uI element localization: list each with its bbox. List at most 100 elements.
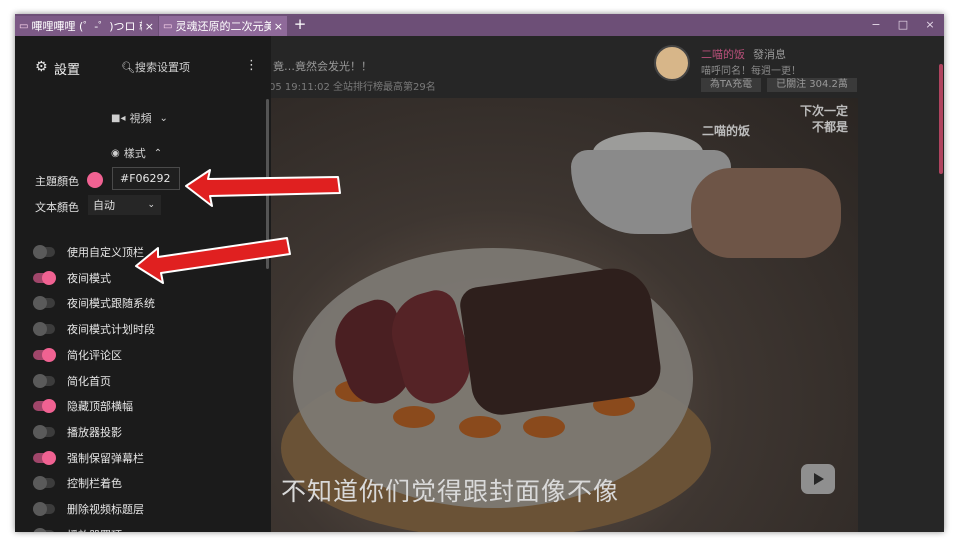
send-message-link[interactable]: 發消息: [753, 46, 786, 62]
chevron-down-icon: ⌄: [147, 200, 155, 210]
toggle-switch[interactable]: [33, 527, 55, 532]
toggle-label: 控制栏着色: [67, 477, 122, 491]
video-player[interactable]: 下次一定 二喵的饭 不都是 不知道你们觉得跟封面像不像: [271, 98, 858, 532]
chevron-up-icon: ⌃: [153, 147, 163, 159]
chevron-down-icon: ⌄: [159, 112, 168, 124]
toggle-switch[interactable]: [33, 476, 55, 491]
uploader-description: 喵呼同名！每週一更！: [701, 66, 801, 77]
toggle-switch[interactable]: [33, 373, 55, 388]
theme-color-swatch[interactable]: [87, 172, 103, 188]
follow-button[interactable]: 已關注 304.2萬: [767, 78, 857, 92]
tab-close-icon[interactable]: ×: [145, 20, 154, 33]
toggle-knob: [33, 322, 47, 337]
toggle-label: 夜间模式: [67, 271, 111, 285]
uploader-name[interactable]: 二喵的饭: [701, 46, 745, 62]
tab-bilibili-home[interactable]: ▭ 嗶哩嗶哩 (゜-゜)つロ 乾 ×: [15, 16, 158, 36]
toggle-label: 隐藏顶部横幅: [67, 400, 133, 414]
watermark-text: 二喵的饭: [701, 124, 750, 138]
toggle-knob: [33, 245, 47, 259]
section-style[interactable]: ◉ 樣式 ⌃: [111, 145, 162, 161]
bilibili-tv-icon: ▭: [19, 20, 29, 32]
bilibili-logo-icon: [801, 464, 835, 494]
video-title[interactable]: 竟…竟然会发光！！: [273, 58, 372, 74]
toggle-label: 删除视频标题层: [67, 503, 144, 516]
toggle-switch[interactable]: [33, 270, 56, 285]
tab-video[interactable]: ▭ 灵魂还原的二次元美 ×: [159, 16, 287, 36]
carrot-slice: [523, 416, 565, 438]
page-scrollbar[interactable]: [939, 64, 943, 174]
toggle-switch[interactable]: [33, 502, 55, 516]
section-video[interactable]: ■◂ 視頻 ⌄: [111, 110, 168, 126]
toggle-row[interactable]: 控制栏着色: [33, 474, 263, 492]
toggle-label: 夜间模式计划时段: [67, 323, 155, 337]
settings-search-input[interactable]: [135, 57, 235, 77]
more-menu-icon[interactable]: ⋮: [245, 58, 258, 73]
toggle-knob: [42, 347, 56, 362]
toggle-row[interactable]: 播放器置顶: [33, 526, 263, 532]
toggle-switch[interactable]: [33, 322, 55, 337]
charge-button[interactable]: 為TA充電: [701, 78, 761, 92]
hand: [691, 168, 841, 258]
theme-color-input[interactable]: [112, 167, 180, 190]
toggle-label: 简化评论区: [67, 348, 122, 362]
tab-title: 灵魂还原的二次元美: [175, 20, 271, 33]
panel-scrollbar[interactable]: [266, 99, 269, 269]
toggle-label: 强制保留弹幕栏: [67, 451, 144, 465]
settings-title: 設置: [54, 63, 81, 78]
search-icon: 🔍︎: [121, 61, 135, 74]
toggle-row[interactable]: 简化首页: [33, 372, 263, 390]
toggle-switch[interactable]: [33, 399, 56, 414]
toggle-switch[interactable]: [33, 245, 55, 259]
uploader-avatar[interactable]: [654, 45, 690, 81]
tab-bar: ▭ 嗶哩嗶哩 (゜-゜)つロ 乾 × ▭ 灵魂还原的二次元美 × + − □ ×: [15, 14, 944, 36]
toggle-switch[interactable]: [33, 450, 56, 465]
settings-panel: ⚙ 設置 🔍︎ ⋮ ■◂ 視頻 ⌄ ◉ 樣式 ⌃ 主題顏色 文本顏色 自动 ⌄ …: [15, 36, 271, 532]
tab-title: 嗶哩嗶哩 (゜-゜)つロ 乾: [31, 20, 142, 33]
new-tab-button[interactable]: +: [291, 15, 309, 35]
settings-header: ⚙ 設置 🔍︎ ⋮: [15, 36, 271, 96]
tab-close-icon[interactable]: ×: [274, 20, 283, 33]
video-subtitle: 不知道你们觉得跟封面像不像: [281, 477, 620, 506]
text-color-label: 文本顏色: [35, 201, 79, 214]
toggle-row[interactable]: 简化评论区: [33, 346, 263, 364]
palette-icon: ◉: [111, 147, 120, 159]
text-color-select[interactable]: 自动 ⌄: [88, 195, 161, 215]
toggle-label: 使用自定义顶栏: [67, 246, 144, 259]
toggle-knob: [42, 450, 56, 465]
section-label: 樣式: [123, 147, 146, 160]
toggle-row[interactable]: 夜间模式计划时段: [33, 320, 263, 338]
video-meta: 05 19:11:02 全站排行榜最高第29名: [269, 82, 436, 93]
toggle-knob: [33, 527, 47, 532]
toggle-knob: [33, 296, 47, 311]
toggle-row[interactable]: 夜间模式跟随系统: [33, 294, 263, 312]
section-label: 視頻: [129, 112, 152, 125]
toggle-label: 夜间模式跟随系统: [67, 297, 155, 311]
video-camera-icon: ■◂: [111, 112, 126, 124]
carrot-slice: [459, 416, 501, 438]
theme-color-label: 主題顏色: [35, 175, 79, 188]
toggle-knob: [33, 502, 47, 516]
toggle-row[interactable]: 使用自定义顶栏: [33, 243, 263, 261]
maximize-button[interactable]: □: [890, 16, 916, 34]
toggle-label: 播放器投影: [67, 425, 122, 439]
text-color-value: 自动: [93, 199, 115, 212]
toggle-knob: [42, 399, 56, 414]
toggle-row[interactable]: 删除视频标题层: [33, 500, 263, 518]
toggle-knob: [42, 270, 56, 285]
toggle-row[interactable]: 夜间模式: [33, 269, 263, 287]
bilibili-tv-icon: ▭: [163, 20, 173, 32]
toggle-switch[interactable]: [33, 424, 55, 439]
watermark-text: 下次一定: [799, 104, 848, 118]
toggle-row[interactable]: 隐藏顶部横幅: [33, 397, 263, 415]
close-window-button[interactable]: ×: [917, 16, 943, 34]
toggle-row[interactable]: 强制保留弹幕栏: [33, 449, 263, 467]
toggle-label: 简化首页: [67, 374, 111, 388]
toggle-switch[interactable]: [33, 296, 55, 311]
toggle-row[interactable]: 播放器投影: [33, 423, 263, 441]
minimize-button[interactable]: −: [863, 16, 889, 34]
toggle-knob: [33, 424, 47, 439]
toggle-knob: [33, 476, 47, 491]
gear-icon: ⚙: [35, 59, 48, 75]
toggle-switch[interactable]: [33, 347, 56, 362]
watermark-text: 不都是: [811, 120, 848, 134]
